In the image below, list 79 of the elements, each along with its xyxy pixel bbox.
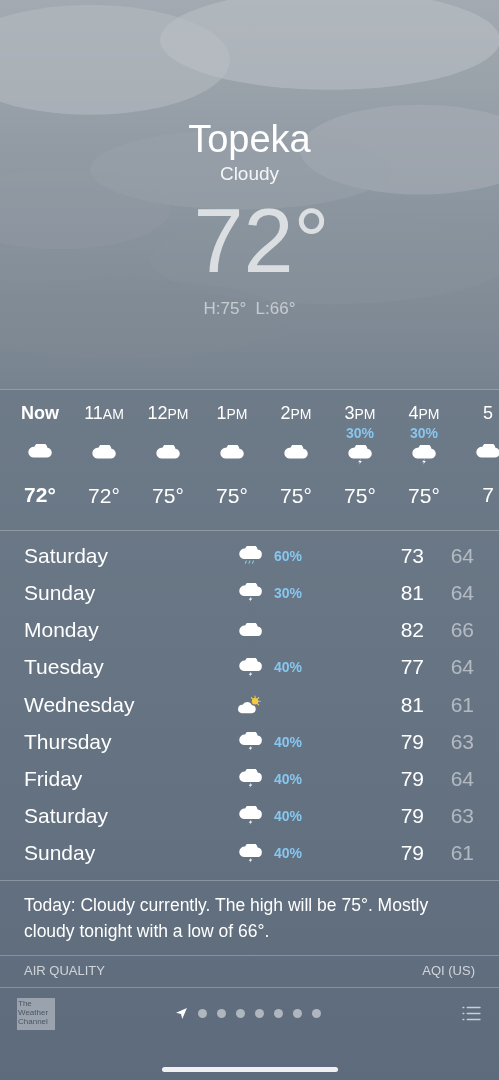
thunder-cloud-icon [237,583,263,603]
thunder-cloud-icon [237,843,263,863]
hour-label: 5 [483,402,493,424]
high-low-text: H:75° L:66° [203,298,296,320]
thunder-cloud-icon [411,445,437,465]
precipitation-chance: 40% [274,733,303,750]
low-temperature: 64 [449,542,474,569]
precipitation-chance: 30% [410,425,438,441]
current-temperature: 72° [193,190,330,293]
hour-label: 1PM [216,402,248,425]
weather-channel-logo[interactable]: The Weather Channel [17,997,55,1030]
cloud-icon [27,444,53,459]
precipitation-chance: 60% [274,547,303,564]
day-name: Monday [24,617,100,644]
cloud-icon [91,445,117,460]
day-name: Tuesday [24,654,105,681]
cloud-icon [283,445,309,460]
low-temperature: 61 [449,691,474,718]
low-temperature: 61 [449,840,474,867]
high-temperature: 77 [399,654,424,681]
high-temperature: 81 [399,691,424,718]
day-name: Saturday [24,803,110,830]
precipitation-chance: 40% [274,770,303,787]
hour-temperature: 72° [24,482,56,508]
day-name: Thursday [24,728,113,755]
cloud-icon [237,622,263,638]
low-temperature: 64 [449,654,474,681]
forecast-summary: Today: Cloudy currently. The high will be 75°. Mostly cloudy tonight with a low of 66°. [24,893,430,943]
thunder-cloud-icon [237,806,263,826]
high-temperature: 79 [399,840,424,867]
cloud-icon [155,445,181,460]
hour-label: 3PM [344,402,376,425]
air-quality-title: AIR QUALITY [24,962,105,981]
hour-temperature: 75° [408,483,440,509]
hour-temperature: 75° [280,483,312,509]
high-temperature: 81 [399,580,424,607]
low-temperature: 66 [449,617,474,644]
low-temperature: 63 [449,728,474,755]
cloud-icon [475,444,499,459]
hour-label: 2PM [280,402,312,425]
hour-temperature: 7 [482,482,494,508]
precipitation-chance: 40% [274,659,303,676]
day-name: Sunday [24,840,97,867]
hour-temperature: 75° [216,483,248,509]
low-temperature: 64 [449,580,474,607]
hour-label: Now [21,402,59,424]
aqi-unit: AQI (US) [422,962,475,981]
low-temperature: 64 [449,765,474,792]
high-temperature: 73 [399,542,424,569]
day-name: Sunday [24,580,97,607]
sun-cloud-icon [237,694,263,714]
high-temperature: 79 [399,765,424,792]
precipitation-chance: 30% [274,584,303,601]
thunder-cloud-icon [237,657,263,677]
precipitation-chance: 40% [274,807,303,824]
low-temperature: 63 [449,803,474,830]
hour-temperature: 75° [344,483,376,509]
hour-temperature: 75° [152,483,184,509]
high-temperature: 82 [399,617,424,644]
precipitation-chance: 30% [346,425,374,441]
hour-label: 12PM [147,402,189,425]
precipitation-chance: 40% [274,845,303,862]
cloud-icon [219,445,245,460]
thunder-cloud-icon [237,732,263,752]
list-icon[interactable] [461,1005,482,1023]
day-name: Friday [24,765,84,792]
location-arrow-icon[interactable] [175,1007,188,1021]
hour-label: 4PM [408,402,440,425]
day-name: Saturday [24,542,110,569]
hour-temperature: 72° [88,483,120,509]
rain-cloud-icon [237,546,263,566]
thunder-cloud-icon [237,769,263,789]
condition-text: Cloudy [219,162,280,186]
thunder-cloud-icon [347,445,373,465]
hour-label: 11AM [84,402,124,425]
city-name: Topeka [188,117,311,162]
high-temperature: 79 [399,803,424,830]
day-name: Wednesday [24,691,136,718]
high-temperature: 79 [399,728,424,755]
